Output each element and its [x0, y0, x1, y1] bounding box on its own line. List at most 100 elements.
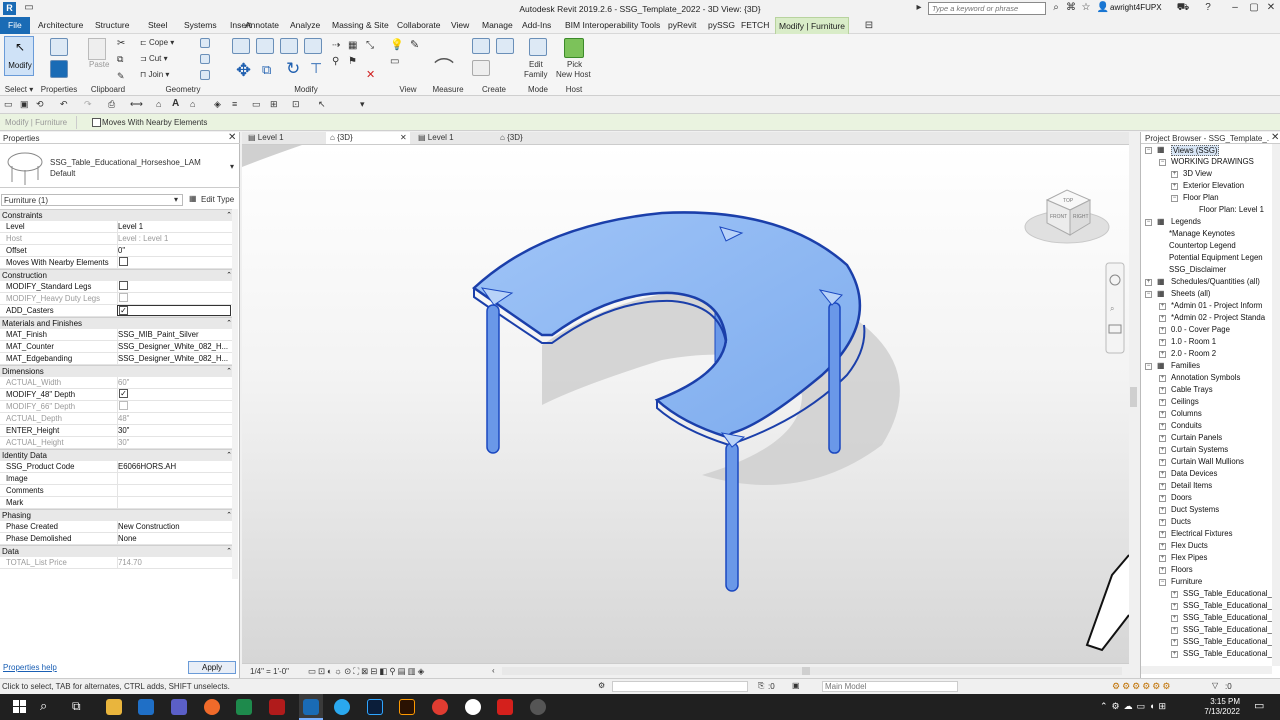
photoshop-icon[interactable]	[367, 699, 383, 715]
browser-node[interactable]: Exterior Elevation	[1183, 181, 1244, 190]
browser-close-icon[interactable]: ✕	[1271, 132, 1279, 143]
select-label[interactable]: Select ▾	[0, 85, 38, 94]
type-properties-icon[interactable]	[50, 60, 68, 78]
tree-expander-icon[interactable]: +	[1171, 591, 1178, 598]
pointer-tool-icon[interactable]: ↖	[318, 99, 326, 110]
browser-node[interactable]: 2.0 - Room 2	[1171, 349, 1216, 358]
windows-start-icon[interactable]	[13, 700, 27, 714]
sync-icon[interactable]: ⟲	[36, 99, 44, 110]
tab-manage[interactable]: Manage	[479, 17, 516, 34]
save-icon[interactable]: ▣	[20, 99, 29, 110]
design-options-icon[interactable]: ▣	[792, 681, 800, 690]
match-type-icon[interactable]: ✎	[117, 71, 125, 82]
browser-node[interactable]: 0.0 - Cover Page	[1171, 325, 1230, 334]
property-value[interactable]: E6066HORS.AH	[117, 461, 231, 472]
revit-logo-icon[interactable]: R	[3, 2, 16, 15]
tab-annotate[interactable]: Annotate	[242, 17, 282, 34]
thin-lines-icon[interactable]: ≡	[232, 99, 237, 109]
browser-node[interactable]: Curtain Systems	[1171, 445, 1228, 454]
user-name[interactable]: awright4FUPX	[1110, 3, 1162, 12]
paste-icon[interactable]	[88, 38, 106, 60]
browser-node[interactable]: WORKING DRAWINGS	[1171, 157, 1254, 166]
unpin-icon[interactable]: ⚑	[348, 56, 357, 67]
measure-qat-icon[interactable]: ⟷	[130, 99, 143, 110]
property-value[interactable]	[117, 497, 231, 508]
section-header[interactable]: Dimensions ⌃	[0, 365, 238, 377]
viewcube-top[interactable]: TOP	[1063, 198, 1074, 204]
moves-with-nearby-checkbox[interactable]	[92, 118, 101, 128]
mirror-draw-icon[interactable]	[304, 38, 322, 54]
browser-node[interactable]: SSG_Table_Educational_	[1183, 589, 1272, 598]
browser-node[interactable]: Schedules/Quantities (all)	[1171, 277, 1260, 286]
browser-node[interactable]: Potential Equipment Legen	[1169, 253, 1263, 262]
tab-pyrevit[interactable]: pyRevit	[665, 17, 699, 34]
property-value[interactable]	[117, 281, 231, 292]
browser-node[interactable]: Conduits	[1171, 421, 1202, 430]
switch-windows-icon[interactable]: ⊞	[270, 99, 278, 110]
open-icon[interactable]: ▭	[22, 1, 36, 15]
app-misc-icon[interactable]	[530, 699, 546, 715]
tab-3d[interactable]: ⌂ {3D}	[500, 132, 523, 144]
browser-node[interactable]: *Admin 01 - Project Inform	[1171, 301, 1262, 310]
property-checkbox[interactable]: ✓	[119, 389, 128, 399]
browser-node[interactable]: SSG_Table_Educational_	[1183, 625, 1272, 634]
file-explorer-icon[interactable]	[106, 699, 122, 715]
notification-icon[interactable]: ▭	[1254, 699, 1264, 712]
pick-new-host-icon[interactable]	[564, 38, 584, 58]
property-checkbox[interactable]	[119, 281, 128, 291]
pin-icon[interactable]: ⚲	[332, 56, 339, 67]
section-header[interactable]: Phasing ⌃	[0, 509, 238, 521]
browser-node[interactable]: SSG_Table_Educational_	[1183, 613, 1272, 622]
join-button[interactable]: ⊓ Join ▾	[140, 70, 169, 79]
tree-expander-icon[interactable]: +	[1159, 507, 1166, 514]
tree-expander-icon[interactable]: +	[1159, 531, 1166, 538]
tree-expander-icon[interactable]: +	[1159, 483, 1166, 490]
browser-node[interactable]: Families	[1171, 361, 1200, 370]
view-scrollbar[interactable]	[1129, 132, 1138, 678]
browser-node[interactable]: Ducts	[1171, 517, 1191, 526]
view-scroll-left-icon[interactable]: ‹	[492, 666, 495, 675]
tab-3d-active[interactable]: ⌂ {3D} ✕	[326, 132, 410, 144]
property-value[interactable]: ✓	[117, 305, 231, 316]
scale-icon[interactable]: ⤡	[366, 40, 374, 51]
rotate-icon[interactable]: ↻	[286, 59, 300, 79]
ribbon-toggle-icon[interactable]: ⊟	[862, 19, 876, 33]
browser-node[interactable]: *Manage Keynotes	[1169, 229, 1235, 238]
undo-icon[interactable]: ↶	[60, 99, 68, 110]
search-icon[interactable]: ⌕	[1049, 1, 1063, 15]
viewcube-right[interactable]: RIGHT	[1073, 214, 1089, 220]
trim-icon[interactable]: ⊤	[310, 60, 322, 77]
excel-icon[interactable]	[236, 699, 252, 715]
edge-icon[interactable]	[334, 699, 350, 715]
properties-icon[interactable]	[50, 38, 68, 56]
section-header[interactable]: Constraints ⌃	[0, 209, 238, 221]
property-value[interactable]: SSG_MIB_Paint_Silver	[117, 329, 231, 340]
browser-node[interactable]: Floor Plan: Level 1	[1199, 205, 1264, 214]
tree-expander-icon[interactable]: +	[1171, 171, 1178, 178]
outlook-icon[interactable]	[138, 699, 154, 715]
tab-analyze[interactable]: Analyze	[287, 17, 323, 34]
view-tools-icon[interactable]: ⊡	[292, 99, 300, 110]
tree-expander-icon[interactable]: +	[1145, 279, 1152, 286]
tree-expander-icon[interactable]: +	[1171, 639, 1178, 646]
tree-expander-icon[interactable]: +	[1159, 351, 1166, 358]
tree-expander-icon[interactable]: +	[1159, 315, 1166, 322]
section-icon[interactable]: ◈	[214, 99, 221, 110]
tab-modify-furniture[interactable]: Modify | Furniture	[775, 17, 849, 34]
browser-hscrollbar[interactable]	[1141, 666, 1272, 674]
tree-expander-icon[interactable]: −	[1145, 291, 1152, 298]
tab-collaborate[interactable]: Collaborate	[394, 17, 443, 34]
instance-filter-select[interactable]: Furniture (1) ▾	[1, 194, 183, 206]
properties-close-icon[interactable]: ✕	[228, 132, 236, 143]
print-icon[interactable]: ⎙	[108, 99, 115, 110]
cut-button[interactable]: ⊐ Cut ▾	[140, 54, 168, 63]
tab-level-1-2[interactable]: ▤ Level 1	[418, 132, 454, 144]
property-value[interactable]: SSG_Designer_White_082_H...	[117, 353, 231, 364]
app-circle-icon[interactable]	[465, 699, 481, 715]
editing-requests-icon[interactable]: ⎘	[758, 681, 764, 691]
autocad-icon[interactable]	[269, 699, 285, 715]
close-hidden-icon[interactable]: ▭	[252, 99, 261, 110]
browser-node[interactable]: Duct Systems	[1171, 505, 1219, 514]
tab-structure[interactable]: Structure	[92, 17, 133, 34]
browser-node[interactable]: SSG_Table_Educational_	[1183, 649, 1272, 658]
